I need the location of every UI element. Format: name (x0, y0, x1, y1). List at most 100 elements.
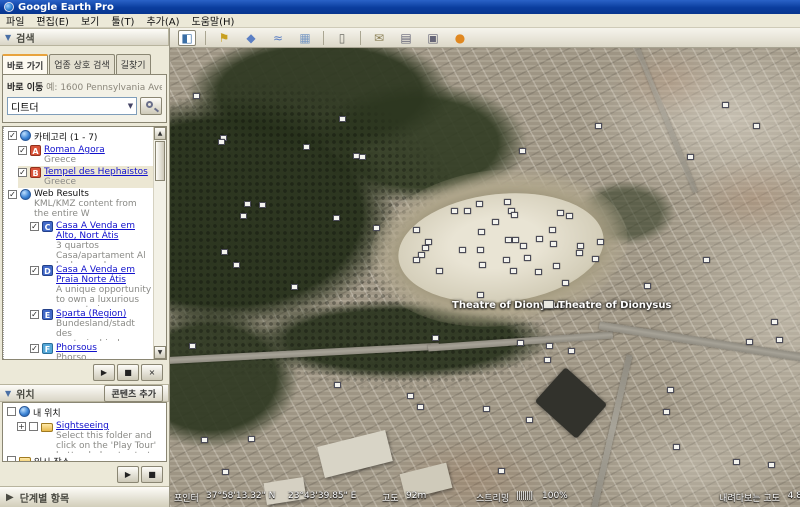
add-content-button[interactable]: 콘텐츠 추가 (104, 385, 163, 402)
photo-overlay-icon[interactable] (768, 462, 775, 468)
photo-overlay-icon[interactable] (673, 444, 680, 450)
photo-overlay-icon[interactable] (193, 93, 200, 99)
photo-overlay-icon[interactable] (451, 208, 458, 214)
photo-overlay-icon[interactable] (503, 257, 510, 263)
photo-overlay-icon[interactable] (436, 268, 443, 274)
photo-overlay-icon[interactable] (477, 292, 484, 298)
photo-overlay-icon[interactable] (644, 283, 651, 289)
photo-overlay-icon[interactable] (222, 469, 229, 475)
add-image-overlay-button[interactable]: ▦ (296, 30, 314, 46)
photo-overlay-icon[interactable] (413, 227, 420, 233)
photo-overlay-icon[interactable] (746, 339, 753, 345)
photo-overlay-icon[interactable] (544, 357, 551, 363)
photo-overlay-icon[interactable] (476, 201, 483, 207)
sidebar-toggle-button[interactable]: ◧ (178, 30, 196, 46)
photo-overlay-icon[interactable] (553, 263, 560, 269)
view-in-google-maps-button[interactable]: ● (451, 30, 469, 46)
save-image-button[interactable]: ▣ (424, 30, 442, 46)
play-tour-button[interactable]: ▶ (117, 466, 139, 483)
photo-overlay-icon[interactable] (479, 262, 486, 268)
photo-overlay-icon[interactable] (201, 437, 208, 443)
photo-overlay-icon[interactable] (557, 210, 564, 216)
photo-overlay-icon[interactable] (233, 262, 240, 268)
photo-overlay-icon[interactable] (425, 239, 432, 245)
photo-overlay-icon[interactable] (510, 268, 517, 274)
stop-tour-button[interactable]: ■ (117, 364, 139, 381)
photo-overlay-icon[interactable] (543, 300, 554, 309)
photo-overlay-icon[interactable] (520, 243, 527, 249)
photo-overlay-icon[interactable] (492, 219, 499, 225)
photo-overlay-icon[interactable] (687, 154, 694, 160)
menu-file[interactable]: 파일 (6, 13, 24, 28)
menu-add[interactable]: 추가(A) (146, 13, 179, 28)
photo-overlay-icon[interactable] (244, 201, 251, 207)
photo-overlay-icon[interactable] (483, 406, 490, 412)
checkbox[interactable] (8, 190, 17, 199)
photo-overlay-icon[interactable] (459, 247, 466, 253)
photo-overlay-icon[interactable] (536, 236, 543, 242)
add-placemark-button[interactable]: ⚑ (215, 30, 233, 46)
play-tour-button[interactable]: ▶ (93, 364, 115, 381)
photo-overlay-icon[interactable] (733, 459, 740, 465)
photo-overlay-icon[interactable] (663, 409, 670, 415)
map-label-theatre-2[interactable]: Theatre of Dionysus (558, 300, 671, 311)
result-row-a[interactable]: A Roman Agora Greece (18, 144, 153, 166)
photo-overlay-icon[interactable] (526, 417, 533, 423)
checkbox[interactable] (29, 422, 38, 431)
photo-overlay-icon[interactable] (189, 343, 196, 349)
checkbox[interactable] (30, 222, 39, 231)
sightseeing-row[interactable]: Sightseeing Select this folder and click… (17, 420, 166, 454)
layers-panel-header[interactable]: ▶ 단계별 항목 (0, 486, 169, 507)
scrollbar-thumb[interactable] (155, 141, 165, 181)
menu-view[interactable]: 보기 (81, 13, 99, 28)
scroll-down-icon[interactable]: ▼ (154, 346, 166, 359)
photo-overlay-icon[interactable] (519, 148, 526, 154)
photo-overlay-icon[interactable] (259, 202, 266, 208)
checkbox[interactable] (8, 131, 17, 140)
result-link[interactable]: Tempel des Hephaistos (44, 167, 153, 177)
checkbox[interactable] (18, 146, 27, 155)
result-link[interactable]: Phorsous (56, 343, 153, 353)
scroll-up-icon[interactable]: ▲ (154, 127, 166, 140)
temporary-places-row[interactable]: 임시 장소 (7, 454, 166, 462)
photo-overlay-icon[interactable] (477, 247, 484, 253)
photo-overlay-icon[interactable] (577, 243, 584, 249)
photo-overlay-icon[interactable] (407, 393, 414, 399)
search-input[interactable] (8, 101, 125, 112)
add-path-button[interactable]: ≈ (269, 30, 287, 46)
photo-overlay-icon[interactable] (291, 284, 298, 290)
photo-overlay-icon[interactable] (359, 154, 366, 160)
photo-overlay-icon[interactable] (303, 144, 310, 150)
photo-overlay-icon[interactable] (504, 199, 511, 205)
photo-overlay-icon[interactable] (512, 237, 519, 243)
result-link[interactable]: Sparta (Region) (56, 309, 153, 319)
checkbox[interactable] (30, 310, 39, 319)
photo-overlay-icon[interactable] (221, 249, 228, 255)
photo-overlay-icon[interactable] (505, 237, 512, 243)
result-web-results-row[interactable]: Web Results KML/KMZ content from the ent… (8, 188, 153, 220)
photo-overlay-icon[interactable] (776, 337, 783, 343)
photo-overlay-icon[interactable] (334, 382, 341, 388)
menu-edit[interactable]: 편집(E) (36, 13, 69, 28)
result-link[interactable]: Casa À Venda em Praia Norte Átis (56, 265, 153, 285)
photo-overlay-icon[interactable] (703, 257, 710, 263)
email-button[interactable]: ✉ (370, 30, 388, 46)
photo-overlay-icon[interactable] (549, 227, 556, 233)
photo-overlay-icon[interactable] (568, 348, 575, 354)
photo-overlay-icon[interactable] (535, 269, 542, 275)
results-scrollbar[interactable]: ▲ ▼ (153, 127, 166, 359)
my-places-row[interactable]: 내 위치 (7, 405, 166, 420)
photo-overlay-icon[interactable] (753, 123, 760, 129)
result-row-b[interactable]: B Tempel des Hephaistos Greece (18, 166, 153, 188)
photo-overlay-icon[interactable] (722, 102, 729, 108)
photo-overlay-icon[interactable] (595, 123, 602, 129)
places-panel-header[interactable]: ▼ 위치 콘텐츠 추가 (0, 384, 169, 402)
photo-overlay-icon[interactable] (511, 212, 518, 218)
photo-overlay-icon[interactable] (592, 256, 599, 262)
chevron-down-icon[interactable]: ▼ (125, 99, 136, 113)
tab-fly-to[interactable]: 바로 가기 (2, 54, 48, 74)
result-row-f[interactable]: F Phorsous Phorso… (30, 342, 153, 359)
photo-overlay-icon[interactable] (550, 241, 557, 247)
tab-directions[interactable]: 길찾기 (116, 54, 151, 74)
photo-overlay-icon[interactable] (667, 387, 674, 393)
